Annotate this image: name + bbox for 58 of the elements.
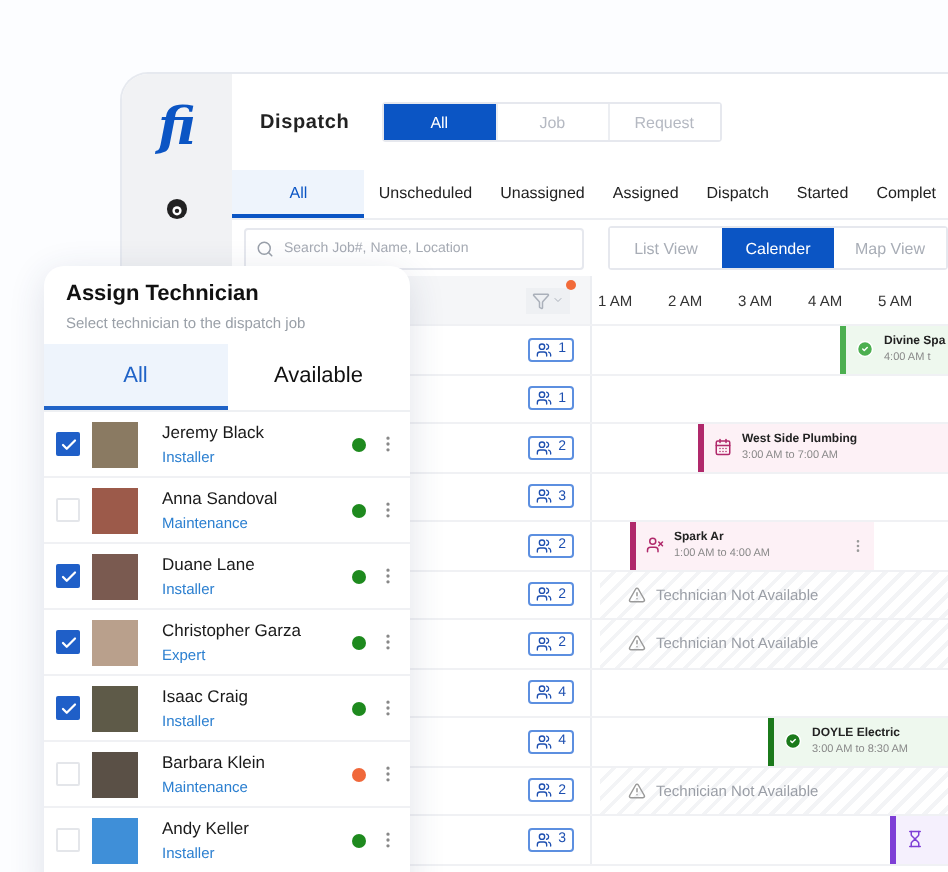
page-title: Dispatch (260, 111, 350, 133)
people-icon (536, 439, 553, 456)
status-tab[interactable]: Unassigned (486, 170, 599, 218)
panel-title: Assign Technician (66, 282, 261, 306)
checkbox[interactable] (56, 828, 80, 852)
people-icon (536, 831, 553, 848)
status-tab[interactable]: All (232, 170, 365, 218)
view-toggle[interactable]: Calender (722, 228, 834, 268)
people-icon (536, 782, 553, 799)
search-icon (256, 239, 274, 257)
photo-placeholder (92, 421, 138, 467)
filter-icon (532, 291, 550, 309)
technician-name: Barbara Klein (162, 752, 268, 772)
check-circle-icon (856, 340, 874, 359)
status-tab[interactable]: Unscheduled (364, 170, 487, 218)
status-tab[interactable]: Assigned (598, 170, 693, 218)
round-emblem-icon[interactable] (166, 198, 188, 220)
people-icon (536, 488, 553, 505)
checkbox[interactable] (56, 696, 80, 720)
user-crossed-icon (646, 536, 664, 555)
people-icon (536, 635, 553, 652)
checkbox[interactable] (56, 498, 80, 522)
people-icon (536, 341, 553, 358)
photo-placeholder (92, 487, 138, 533)
warning-icon (628, 585, 646, 604)
photo-placeholder (92, 685, 138, 731)
technician-name: Christopher Garza (162, 620, 303, 640)
photo-placeholder (92, 553, 138, 599)
check-circle-icon (784, 732, 802, 751)
app-logo: fi (158, 102, 196, 154)
status-tab[interactable]: Complet (862, 170, 948, 218)
status-tab[interactable]: Started (782, 170, 863, 218)
photo-placeholder (92, 751, 138, 797)
segment-tab[interactable]: All (383, 104, 496, 140)
technician-name: Anna Sandoval (162, 488, 280, 508)
photo-placeholder (92, 619, 138, 665)
checkbox[interactable] (56, 762, 80, 786)
technician-name: Andy Keller (162, 818, 251, 838)
people-icon (536, 537, 553, 554)
hourglass-icon (906, 830, 924, 849)
checkbox[interactable] (56, 432, 80, 456)
people-icon (536, 390, 553, 407)
warning-icon (628, 781, 646, 800)
people-icon (536, 684, 553, 701)
status-tab[interactable]: Dispatch (692, 170, 783, 218)
checkbox[interactable] (56, 630, 80, 654)
checkbox[interactable] (56, 564, 80, 588)
technician-name: Duane Lane (162, 554, 257, 574)
people-icon (536, 733, 553, 750)
caret-icon (552, 294, 564, 306)
panel-tab[interactable]: All (44, 344, 227, 410)
people-icon (536, 586, 553, 603)
calendar-icon (714, 438, 732, 457)
job-event[interactable] (890, 816, 948, 863)
technician-name: Isaac Craig (162, 686, 250, 706)
warning-icon (628, 634, 646, 653)
technician-name: Jeremy Black (162, 422, 267, 442)
photo-placeholder (92, 817, 138, 863)
